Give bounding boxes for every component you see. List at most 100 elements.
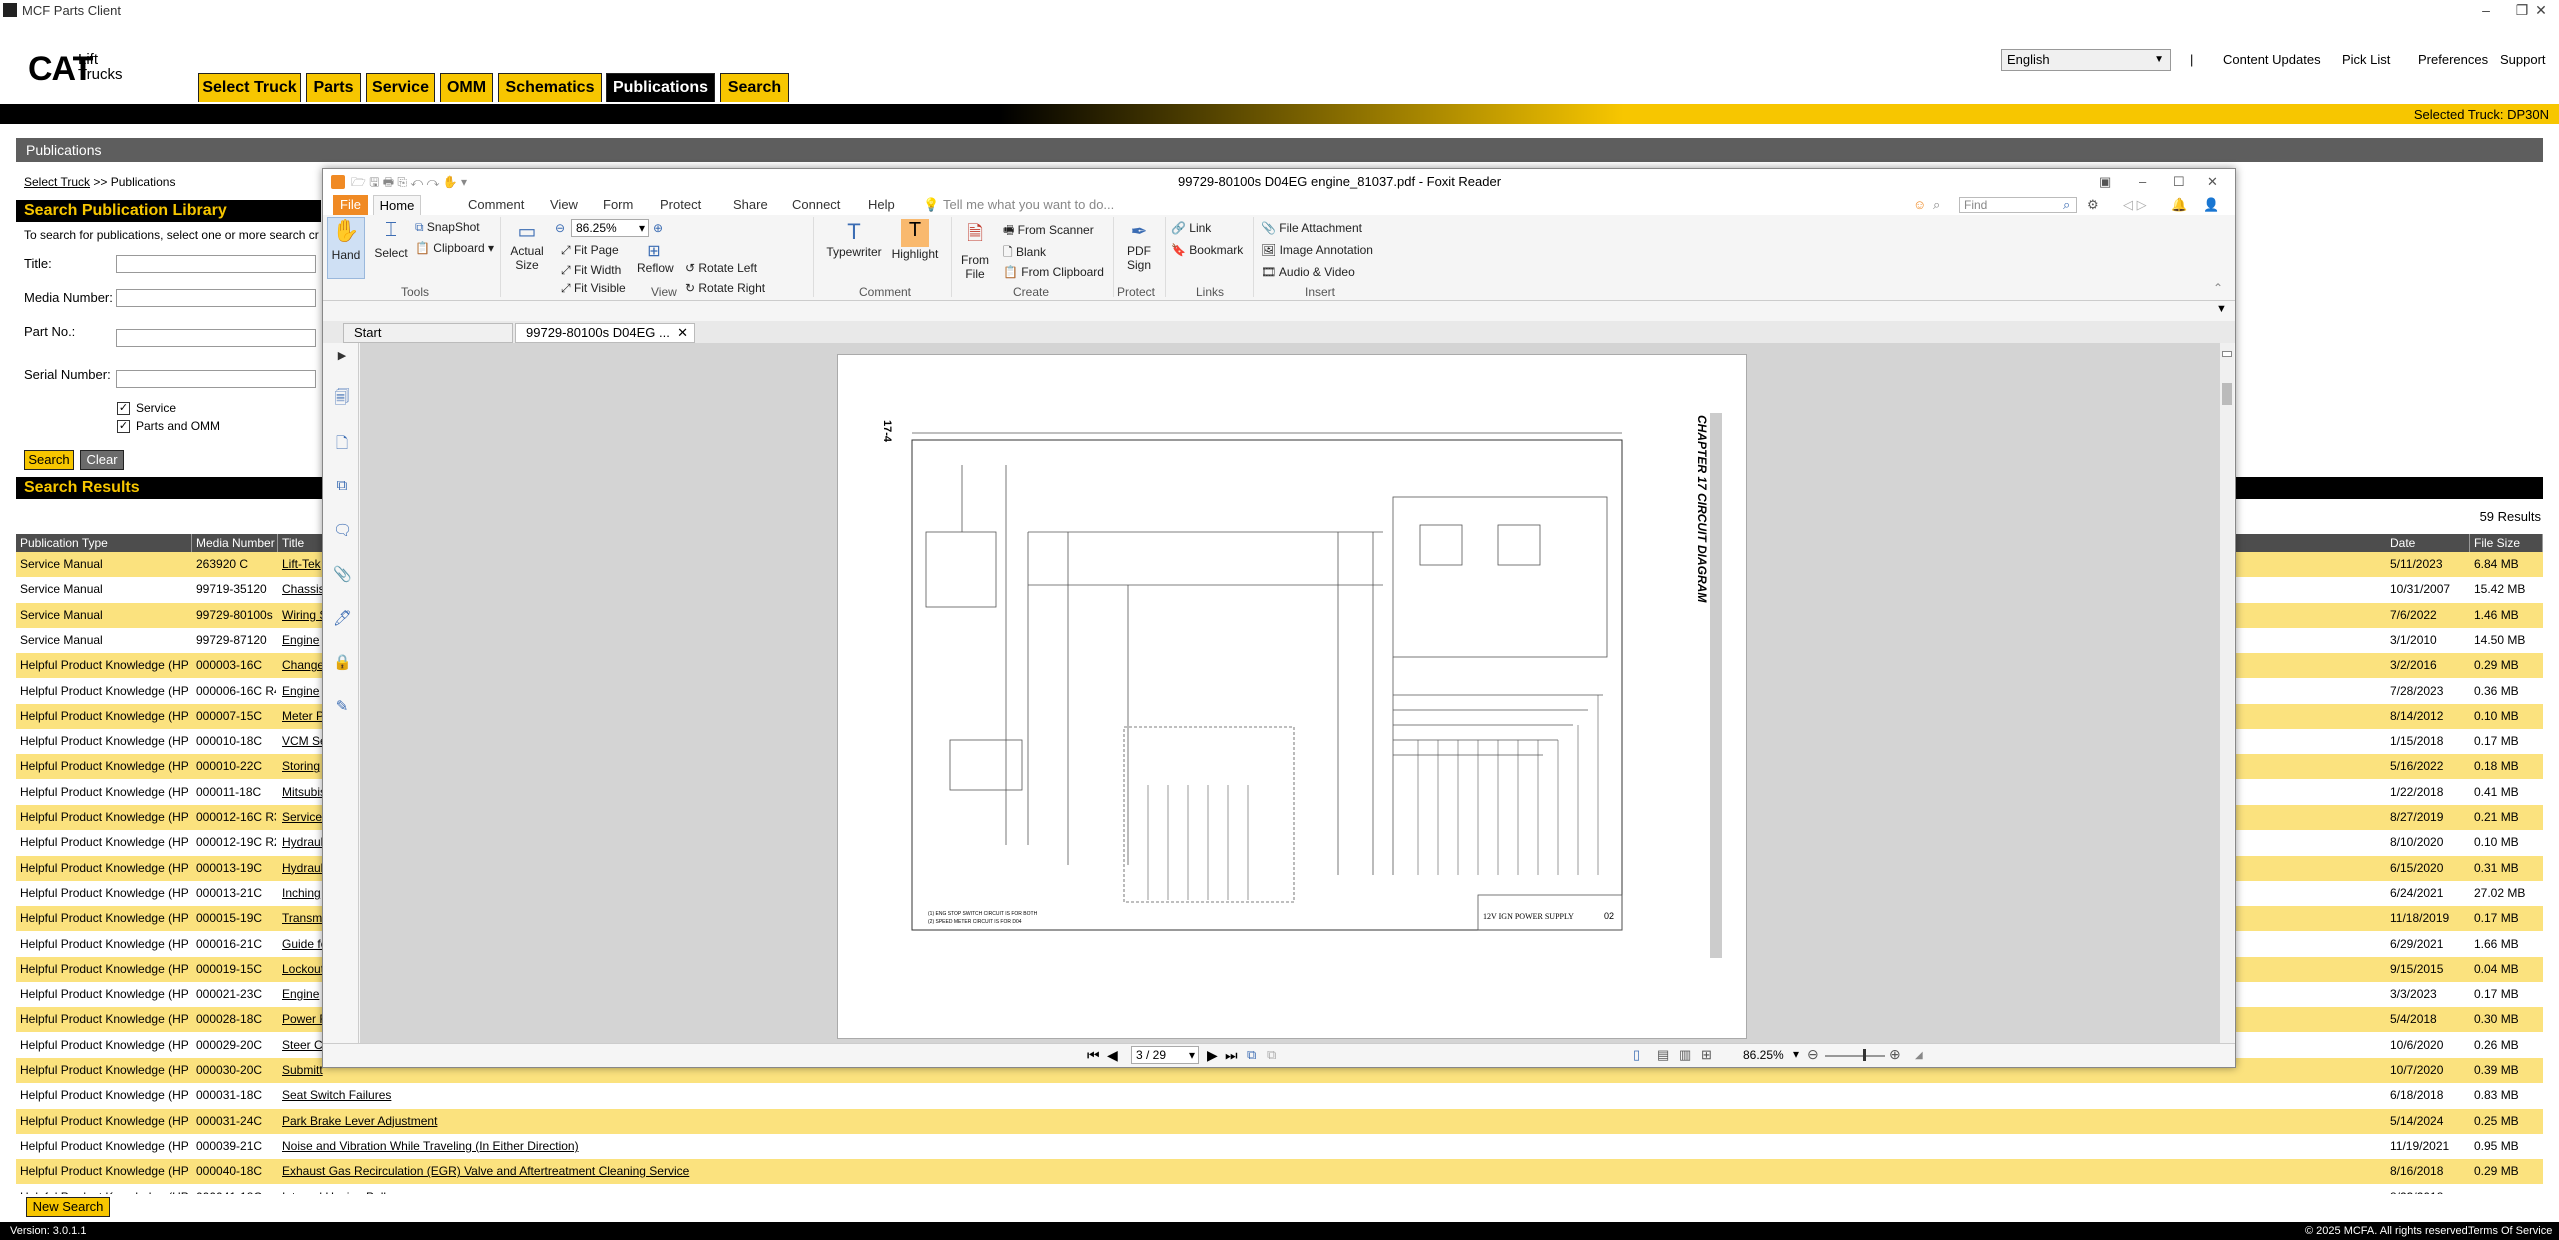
- minimize-icon[interactable]: –: [2468, 0, 2504, 22]
- actual-size-button[interactable]: ▭ Actual Size: [507, 219, 547, 283]
- media-number-input[interactable]: [116, 289, 316, 307]
- from-clipboard-button[interactable]: 📋 From Clipboard: [1003, 265, 1104, 279]
- zoom-in-icon[interactable]: ⊕: [1889, 1046, 1901, 1063]
- tell-me-input[interactable]: Tell me what you want to do...: [943, 197, 1114, 212]
- zoom-out-icon[interactable]: ⊖: [1807, 1046, 1819, 1063]
- nav-tab-parts[interactable]: Parts: [306, 73, 361, 102]
- single-page-icon[interactable]: ▯: [1633, 1047, 1640, 1063]
- from-file-button[interactable]: 🗎 From File: [957, 219, 993, 289]
- zoom-in-icon[interactable]: ⊕: [653, 221, 663, 235]
- part-no-input[interactable]: [116, 329, 316, 347]
- layers-icon[interactable]: ⧉: [333, 477, 351, 495]
- fit-page-button[interactable]: ⤢ Fit Page: [561, 243, 619, 258]
- serial-number-input[interactable]: [116, 370, 316, 388]
- signatures-icon[interactable]: 🖊: [333, 609, 352, 627]
- from-scanner-button[interactable]: 🖷 From Scanner: [1003, 221, 1094, 242]
- search-button[interactable]: Search: [24, 450, 74, 470]
- support-link[interactable]: Support: [2500, 52, 2546, 67]
- menu-protect[interactable]: Protect: [660, 197, 701, 212]
- smiley-icon[interactable]: ☺: [1913, 197, 1926, 212]
- content-updates-link[interactable]: Content Updates: [2223, 52, 2321, 67]
- nav-tab-schematics[interactable]: Schematics: [498, 73, 602, 102]
- typewriter-button[interactable]: T Typewriter: [823, 219, 885, 279]
- close-tab-icon[interactable]: ✕: [677, 324, 688, 342]
- collapse-ribbon-icon[interactable]: ⌃: [2213, 281, 2223, 295]
- audio-video-button[interactable]: 🎞 Audio & Video: [1261, 265, 1355, 279]
- rotate-right-button[interactable]: ↻ Rotate Right: [685, 281, 765, 295]
- col-media-number[interactable]: Media Number: [192, 534, 278, 552]
- clipboard-button[interactable]: 📋 Clipboard ▾: [415, 241, 494, 255]
- cell-title-link[interactable]: Internal Hosing Pulley: [282, 1185, 2332, 1195]
- title-input[interactable]: [116, 255, 316, 273]
- cont-facing-icon[interactable]: ⊞: [1701, 1047, 1712, 1063]
- zoom-slider[interactable]: [1825, 1055, 1885, 1057]
- continuous-icon[interactable]: ▤: [1657, 1047, 1669, 1063]
- snapshot-button[interactable]: ⧉ SnapShot: [415, 220, 480, 235]
- blank-button[interactable]: 🗋 Blank: [1003, 243, 1046, 264]
- lock-icon[interactable]: 🔒: [333, 653, 352, 671]
- col-file-size[interactable]: File Size: [2470, 534, 2543, 552]
- cell-title-link[interactable]: Park Brake Lever Adjustment: [282, 1109, 2332, 1134]
- resize-grip-icon[interactable]: ◢: [1915, 1050, 1923, 1061]
- account-icon[interactable]: 👤: [2203, 197, 2219, 213]
- tab-list-chevron-icon[interactable]: ▼: [2216, 303, 2227, 315]
- page-number-input[interactable]: 3 / 29 ▾: [1131, 1046, 1199, 1064]
- next-page-icon[interactable]: ▶: [1207, 1047, 1218, 1064]
- new-search-button[interactable]: New Search: [26, 1197, 110, 1217]
- menu-connect[interactable]: Connect: [792, 197, 840, 212]
- pdf-sign-button[interactable]: ✒ PDF Sign: [1117, 219, 1161, 289]
- nav-tab-service[interactable]: Service: [366, 73, 435, 102]
- service-checkbox[interactable]: ✓: [117, 402, 130, 415]
- menu-file[interactable]: File: [333, 195, 368, 215]
- bookmark-button[interactable]: 🔖 Bookmark: [1171, 243, 1243, 257]
- menu-form[interactable]: Form: [603, 197, 633, 212]
- select-tool[interactable]: ⌶ Select: [373, 219, 409, 281]
- table-row[interactable]: Helpful Product Knowledge (HPK) 000031-18…: [16, 1083, 2543, 1109]
- clear-button[interactable]: Clear: [80, 450, 124, 470]
- nav-tab-select-truck[interactable]: Select Truck: [198, 73, 301, 102]
- prev-view-icon[interactable]: ⧉: [1247, 1047, 1256, 1063]
- attachments-icon[interactable]: 📎: [333, 565, 352, 583]
- zoom-select[interactable]: 86.25% ▾: [571, 219, 649, 237]
- parts-omm-checkbox[interactable]: ✓: [117, 420, 130, 433]
- menu-help[interactable]: Help: [868, 197, 895, 212]
- gear-icon[interactable]: ⚙: [2087, 197, 2099, 213]
- reflow-button[interactable]: ⊞ Reflow: [637, 241, 674, 285]
- tab-start[interactable]: Start: [343, 323, 513, 343]
- preferences-link[interactable]: Preferences: [2418, 52, 2488, 67]
- maximize-icon[interactable]: ☐: [2173, 169, 2185, 195]
- last-page-icon[interactable]: ⏭: [1225, 1047, 1238, 1064]
- menu-view[interactable]: View: [550, 197, 578, 212]
- menu-share[interactable]: Share: [733, 197, 768, 212]
- nav-tab-omm[interactable]: OMM: [440, 73, 493, 102]
- cell-title-link[interactable]: Exhaust Gas Recirculation (EGR) Valve an…: [282, 1159, 2332, 1184]
- cell-title-link[interactable]: Noise and Vibration While Traveling (In …: [282, 1134, 2332, 1159]
- restore-icon[interactable]: ▣: [2099, 169, 2111, 195]
- expand-panel-icon[interactable]: ▶: [333, 349, 351, 367]
- zoom-out-icon[interactable]: ⊖: [555, 221, 565, 235]
- fit-visible-button[interactable]: ⤢ Fit Visible: [561, 281, 626, 296]
- link-button[interactable]: 🔗 Link: [1171, 221, 1211, 235]
- menu-home[interactable]: Home: [373, 195, 421, 215]
- image-annotation-button[interactable]: 🖼 Image Annotation: [1261, 243, 1373, 257]
- table-row[interactable]: Helpful Product Knowledge (HPK) 000031-24…: [16, 1108, 2543, 1134]
- highlight-button[interactable]: T Highlight: [889, 219, 941, 279]
- minimize-icon[interactable]: –: [2139, 169, 2146, 195]
- prev-page-icon[interactable]: ◀: [1107, 1047, 1118, 1064]
- cell-title-link[interactable]: Seat Switch Failures: [282, 1083, 2332, 1108]
- hand-tool[interactable]: ✋ Hand: [327, 217, 365, 279]
- nav-tab-search[interactable]: Search: [720, 73, 789, 102]
- vertical-scrollbar[interactable]: [2220, 343, 2234, 1043]
- zoom-slider-thumb[interactable]: [1863, 1049, 1866, 1061]
- search-panel-icon[interactable]: ✎: [333, 697, 351, 715]
- pick-list-link[interactable]: Pick List: [2342, 52, 2390, 67]
- file-attachment-button[interactable]: 📎 File Attachment: [1261, 221, 1362, 235]
- close-icon[interactable]: ✕: [2207, 169, 2218, 195]
- first-page-icon[interactable]: ⏮: [1087, 1047, 1100, 1064]
- find-input[interactable]: Find: [1959, 197, 2077, 213]
- zoom-level[interactable]: 86.25%: [1743, 1048, 1784, 1062]
- menu-comment[interactable]: Comment: [468, 197, 524, 212]
- breadcrumb-select-truck[interactable]: Select Truck: [24, 175, 90, 189]
- next-view-icon[interactable]: ⧉: [1267, 1047, 1276, 1063]
- table-row[interactable]: Helpful Product Knowledge (HPK) 000040-18…: [16, 1159, 2543, 1185]
